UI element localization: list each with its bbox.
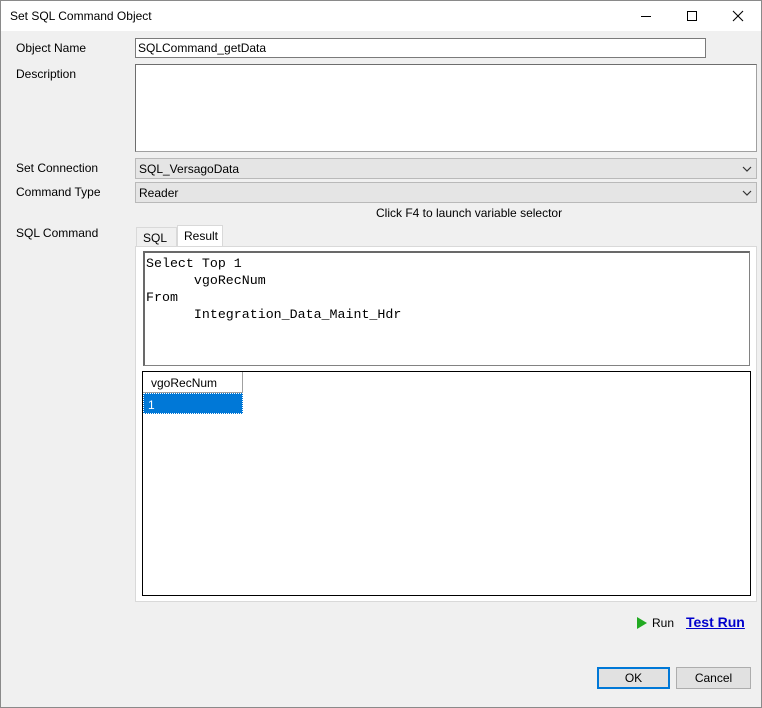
tab-sql-label: SQL bbox=[143, 231, 168, 245]
connection-label: Set Connection bbox=[16, 161, 99, 175]
sql-line: From bbox=[146, 290, 178, 305]
minimize-button[interactable] bbox=[623, 1, 669, 31]
sql-line: Integration_Data_Maint_Hdr bbox=[146, 307, 402, 322]
connection-select[interactable]: SQL_VersagoData bbox=[135, 158, 757, 179]
dialog-window: Set SQL Command Object Object Name Descr… bbox=[0, 0, 762, 708]
sql-line: vgoRecNum bbox=[146, 273, 266, 288]
run-action[interactable]: Run bbox=[637, 616, 674, 630]
test-run-link[interactable]: Test Run bbox=[686, 614, 745, 630]
chevron-down-icon bbox=[742, 166, 752, 172]
close-icon bbox=[732, 10, 744, 22]
connection-value: SQL_VersagoData bbox=[139, 162, 240, 176]
variable-selector-hint: Click F4 to launch variable selector bbox=[376, 206, 563, 220]
chevron-down-icon bbox=[742, 190, 752, 196]
sql-command-label: SQL Command bbox=[16, 226, 99, 240]
title-bar[interactable]: Set SQL Command Object bbox=[1, 1, 761, 31]
window-title: Set SQL Command Object bbox=[10, 9, 152, 23]
description-textarea[interactable] bbox=[135, 64, 757, 152]
maximize-button[interactable] bbox=[669, 1, 715, 31]
command-type-label: Command Type bbox=[16, 185, 101, 199]
sql-editor[interactable]: Select Top 1 vgoRecNum From Integration_D… bbox=[143, 251, 750, 366]
tab-result[interactable]: Result bbox=[177, 225, 223, 247]
run-label: Run bbox=[652, 616, 675, 630]
minimize-icon bbox=[641, 16, 651, 17]
command-type-select[interactable]: Reader bbox=[135, 182, 757, 203]
description-label: Description bbox=[16, 67, 77, 81]
result-grid[interactable]: vgoRecNum 1 bbox=[142, 371, 751, 596]
command-type-value: Reader bbox=[139, 186, 179, 200]
maximize-icon bbox=[687, 11, 697, 21]
grid-cell[interactable]: 1 bbox=[143, 393, 243, 414]
tab-result-label: Result bbox=[184, 229, 219, 243]
object-name-label: Object Name bbox=[16, 41, 87, 55]
sql-line: Select Top 1 bbox=[146, 256, 242, 271]
close-button[interactable] bbox=[715, 1, 761, 31]
grid-column-header[interactable]: vgoRecNum bbox=[143, 372, 243, 393]
play-icon bbox=[637, 617, 647, 629]
cancel-button[interactable]: Cancel bbox=[676, 667, 751, 689]
tab-sql[interactable]: SQL bbox=[136, 227, 177, 247]
object-name-input[interactable] bbox=[135, 38, 706, 58]
ok-button[interactable]: OK bbox=[597, 667, 670, 689]
